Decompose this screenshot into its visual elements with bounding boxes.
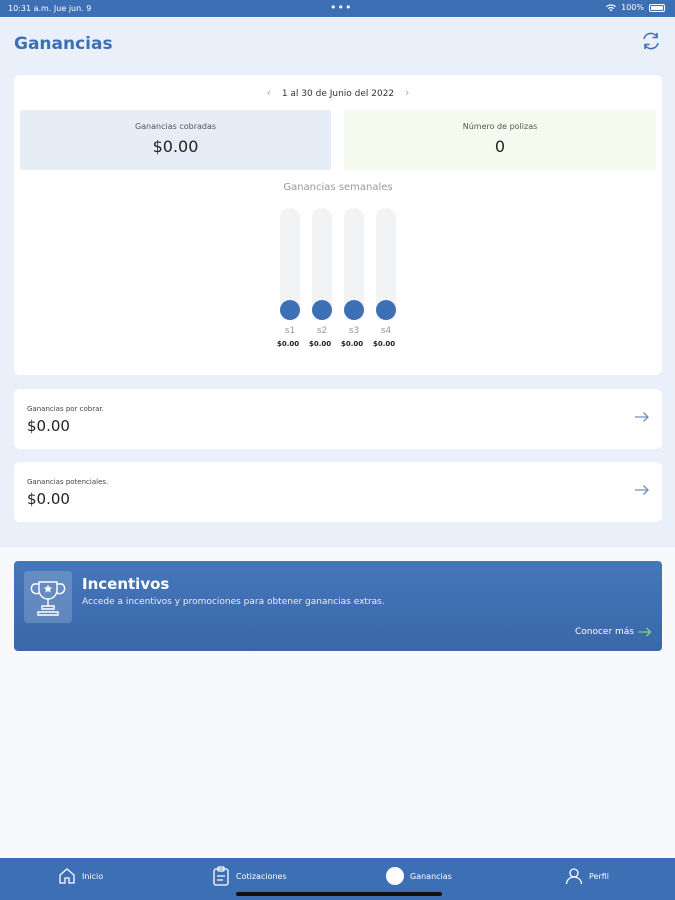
cobradas-metric: Ganancias cobradas $0.00 bbox=[20, 110, 331, 170]
home-indicator bbox=[236, 892, 442, 896]
status-time: 10:31 a.m. Jue jun. 9 bbox=[8, 4, 92, 13]
tab-ganancias[interactable]: Ganancias bbox=[386, 864, 452, 888]
potenciales-label: Ganancias potenciales. bbox=[27, 478, 109, 486]
bar-fill bbox=[344, 300, 364, 320]
home-icon bbox=[59, 868, 75, 884]
por-cobrar-value: $0.00 bbox=[27, 417, 70, 435]
cobradas-label: Ganancias cobradas bbox=[134, 122, 217, 131]
week-bar: s2 $0.00 bbox=[309, 208, 333, 348]
battery-percent: 100% bbox=[621, 3, 644, 12]
clipboard-icon bbox=[213, 866, 229, 886]
week-label: s2 bbox=[316, 326, 328, 336]
arrow-right-icon[interactable] bbox=[634, 482, 650, 498]
week-bar: s1 $0.00 bbox=[277, 208, 301, 348]
next-period-button[interactable]: › bbox=[397, 86, 417, 99]
polizas-label: Número de polizas bbox=[462, 122, 538, 131]
conocer-mas-link[interactable]: Conocer más bbox=[575, 627, 652, 637]
week-bar: s3 $0.00 bbox=[341, 208, 365, 348]
trophy-icon-box bbox=[24, 571, 72, 623]
prev-period-button[interactable]: ‹ bbox=[259, 86, 279, 99]
week-value: $0.00 bbox=[341, 340, 364, 348]
week-label: s3 bbox=[348, 326, 360, 336]
bar-track bbox=[312, 208, 332, 320]
tab-inicio[interactable]: Inicio bbox=[58, 864, 103, 888]
wifi-icon bbox=[606, 3, 617, 11]
tab-ganancias-label: Ganancias bbox=[410, 871, 452, 881]
battery-icon bbox=[649, 3, 665, 12]
user-icon bbox=[565, 868, 583, 885]
week-value: $0.00 bbox=[277, 340, 300, 348]
tab-cotizaciones[interactable]: Cotizaciones bbox=[212, 864, 287, 888]
por-cobrar-label: Ganancias por cobrar. bbox=[27, 405, 104, 413]
week-bar: s4 $0.00 bbox=[373, 208, 397, 348]
bar-fill bbox=[312, 300, 332, 320]
week-label: s1 bbox=[284, 326, 296, 336]
bar-fill bbox=[280, 300, 300, 320]
arrow-right-icon[interactable] bbox=[634, 409, 650, 425]
active-dot-icon bbox=[386, 867, 404, 885]
tab-cotizaciones-label: Cotizaciones bbox=[236, 871, 287, 881]
tab-inicio-label: Inicio bbox=[82, 871, 104, 881]
incentivos-title: Incentivos bbox=[82, 575, 170, 593]
polizas-metric: Número de polizas 0 bbox=[344, 110, 656, 170]
status-right: 100% bbox=[606, 3, 665, 12]
tab-perfil-label: Perfil bbox=[589, 871, 610, 881]
bar-track bbox=[376, 208, 396, 320]
conocer-mas-label: Conocer más bbox=[574, 627, 634, 637]
bar-track bbox=[280, 208, 300, 320]
incentivos-banner[interactable]: Incentivos Accede a incentivos y promoci… bbox=[14, 561, 662, 651]
page-title: Ganancias bbox=[14, 34, 113, 54]
period-label: 1 al 30 de Junio del 2022 bbox=[281, 89, 395, 99]
summary-card: ‹ 1 al 30 de Junio del 2022 › Ganancias … bbox=[14, 75, 662, 375]
bar-track bbox=[344, 208, 364, 320]
arrow-right-icon bbox=[638, 627, 652, 637]
week-label: s4 bbox=[380, 326, 392, 336]
polizas-value: 0 bbox=[494, 137, 506, 156]
potenciales-value: $0.00 bbox=[27, 490, 70, 508]
weekly-title: Ganancias semanales bbox=[283, 182, 393, 193]
incentivos-description: Accede a incentivos y promociones para o… bbox=[82, 597, 385, 607]
week-value: $0.00 bbox=[373, 340, 396, 348]
potenciales-card[interactable]: Ganancias potenciales. $0.00 bbox=[14, 462, 662, 522]
period-selector: ‹ 1 al 30 de Junio del 2022 › bbox=[14, 86, 662, 99]
tab-perfil[interactable]: Perfil bbox=[565, 864, 609, 888]
refresh-icon[interactable] bbox=[640, 30, 662, 52]
cobradas-value: $0.00 bbox=[152, 137, 199, 156]
multitask-dots: ••• bbox=[330, 1, 353, 14]
por-cobrar-card[interactable]: Ganancias por cobrar. $0.00 bbox=[14, 389, 662, 449]
bar-fill bbox=[376, 300, 396, 320]
week-value: $0.00 bbox=[309, 340, 332, 348]
status-bar: 10:31 a.m. Jue jun. 9 ••• 100% bbox=[0, 0, 675, 17]
trophy-icon bbox=[30, 581, 66, 616]
